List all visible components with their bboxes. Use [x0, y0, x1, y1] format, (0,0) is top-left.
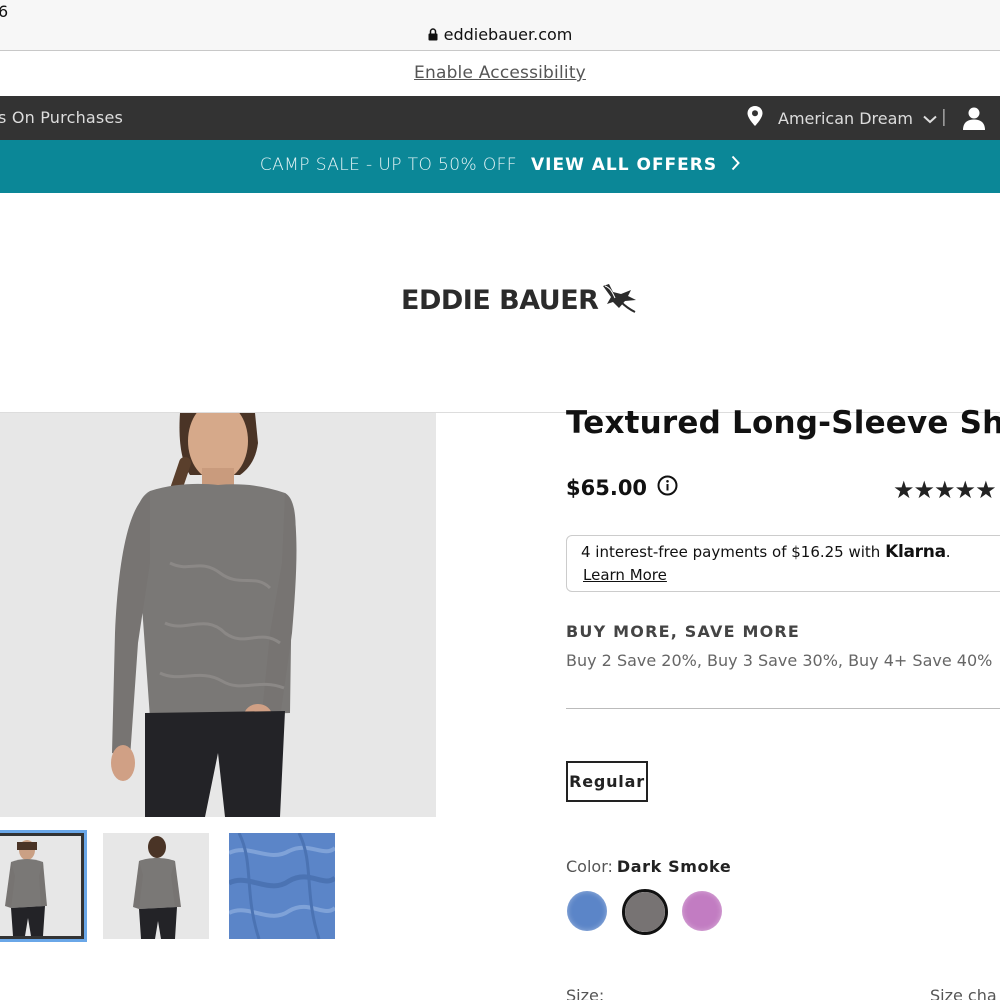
- product-main-image[interactable]: [0, 413, 436, 817]
- location-pin-icon: [746, 105, 764, 131]
- chevron-right-icon: [731, 155, 740, 175]
- store-selector[interactable]: American Dream: [746, 106, 937, 130]
- goose-logo-icon: [603, 283, 637, 313]
- chevron-down-icon: [923, 109, 937, 128]
- product-title: Textured Long-Sleeve Shirt: [566, 405, 1000, 441]
- thumbnail-back[interactable]: [103, 833, 209, 939]
- promo-banner[interactable]: CAMP SALE - UP TO 50% OFF VIEW ALL OFFER…: [0, 140, 1000, 193]
- site-header: EDDIE BAUER: [0, 193, 1000, 413]
- fit-regular-button[interactable]: Regular: [566, 761, 648, 802]
- thumbnail-front[interactable]: [0, 833, 84, 939]
- klarna-payments-text: 4 interest-free payments of $16.25 with: [581, 543, 881, 561]
- info-icon[interactable]: [657, 475, 678, 500]
- divider: |: [941, 107, 947, 127]
- url-text: eddiebauer.com: [443, 25, 573, 44]
- klarna-suffix: .: [945, 543, 951, 561]
- rating-stars[interactable]: ★★★★★: [893, 476, 997, 504]
- color-swatch-dark-smoke[interactable]: [625, 892, 665, 932]
- enable-accessibility-link[interactable]: Enable Accessibility: [414, 63, 586, 83]
- browser-address-bar: 6 eddiebauer.com: [0, 0, 1000, 51]
- status-bar-text: 6: [0, 2, 9, 21]
- accessibility-bar: Enable Accessibility: [0, 51, 1000, 96]
- eddie-bauer-logo[interactable]: EDDIE BAUER: [401, 283, 637, 316]
- klarna-learn-more-link[interactable]: Learn More: [583, 566, 667, 584]
- color-label: Color: Dark Smoke: [566, 857, 731, 876]
- bulk-offer-title: BUY MORE, SAVE MORE: [566, 622, 801, 641]
- price-row: $65.00: [566, 475, 678, 500]
- klarna-text-line: 4 interest-free payments of $16.25 with …: [581, 542, 951, 562]
- klarna-box: 4 interest-free payments of $16.25 with …: [566, 535, 1000, 592]
- store-name: American Dream: [778, 108, 914, 128]
- account-icon[interactable]: [962, 106, 986, 134]
- klarna-logo: Klarna: [885, 542, 946, 562]
- promo-sale-text: CAMP SALE - UP TO 50% OFF: [259, 155, 517, 175]
- logo-wordmark: EDDIE BAUER: [401, 285, 599, 316]
- selected-color-name: Dark Smoke: [616, 857, 732, 876]
- thumbnail-fabric-detail[interactable]: [229, 833, 335, 939]
- size-chart-link[interactable]: Size cha: [930, 986, 997, 1000]
- url-field[interactable]: eddiebauer.com: [0, 25, 1000, 45]
- lock-icon: [428, 26, 438, 45]
- color-label-text: Color:: [566, 857, 613, 876]
- color-swatch-blue[interactable]: [567, 891, 607, 931]
- color-swatch-purple[interactable]: [682, 891, 722, 931]
- view-all-offers-link[interactable]: VIEW ALL OFFERS: [531, 155, 717, 175]
- product-price: $65.00: [566, 475, 648, 500]
- store-bar: s On Purchases American Dream |: [0, 96, 1000, 140]
- section-divider: [566, 708, 1000, 709]
- purchases-promo-text: s On Purchases: [0, 108, 124, 127]
- bulk-offer-text: Buy 2 Save 20%, Buy 3 Save 30%, Buy 4+ S…: [566, 651, 993, 670]
- size-label: Size:: [566, 986, 605, 1000]
